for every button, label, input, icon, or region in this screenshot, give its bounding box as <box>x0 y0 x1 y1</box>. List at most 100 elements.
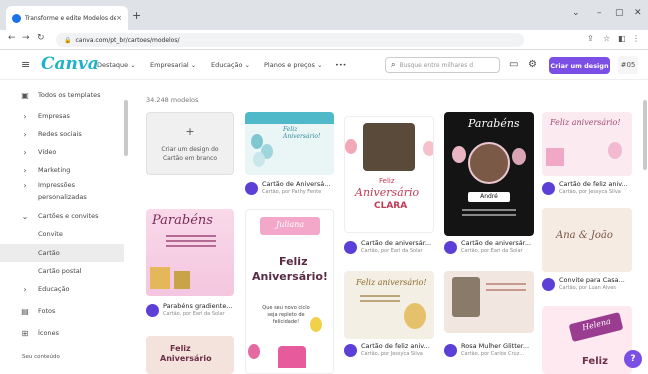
shapes-icon: ⊞ <box>21 328 29 338</box>
back-icon[interactable]: ← <box>8 33 16 43</box>
template-thumbnail[interactable]: Feliz Aniversário <box>146 336 234 374</box>
sidebar-item-todos[interactable]: ▣ Todos os templates <box>0 86 124 104</box>
search-input[interactable]: ⌕ Busque entre milhares d <box>385 57 500 73</box>
nav-empresarial[interactable]: Empresarial ⌄ <box>150 61 196 69</box>
blank-design-card[interactable]: + Criar um design do Cartão em branco <box>146 112 234 175</box>
template-thumbnail[interactable]: Feliz Aniversário CLARA <box>344 116 434 233</box>
sidebar-item-impressoes-cont[interactable]: personalizadas <box>0 191 124 203</box>
template-caption[interactable]: Cartão de aniversár... Cartão, por Eari d… <box>344 239 431 254</box>
divider <box>166 235 216 237</box>
canva-logo[interactable]: Canva <box>41 54 99 74</box>
balloon-icon <box>345 139 357 154</box>
template-caption[interactable]: Parabéns gradiente... Cartão, por Eari da… <box>146 302 233 317</box>
divider <box>166 240 216 242</box>
sidebar-item-empresas[interactable]: › Empresas <box>0 107 124 125</box>
balloon-icon <box>423 141 433 156</box>
template-count: 34.248 modelos <box>146 96 199 104</box>
sidebar-item-cartao[interactable]: Cartão <box>0 244 124 262</box>
sidebar-item-marketing[interactable]: › Marketing <box>0 161 124 179</box>
main-scrollbar[interactable] <box>643 100 647 170</box>
sidebar-item-video[interactable]: › Vídeo <box>0 143 124 161</box>
chevron-right-icon: › <box>23 284 27 294</box>
nav-educacao[interactable]: Educação ⌄ <box>211 61 250 69</box>
template-caption[interactable]: Cartão de Aniversá... Cartão, por Pathy F… <box>245 180 330 195</box>
template-thumbnail[interactable] <box>444 271 534 333</box>
url-text: canva.com/pt_br/cartoes/modelos/ <box>75 36 180 44</box>
template-thumbnail[interactable]: Feliz Aniversário! <box>245 112 334 175</box>
sidebar-item-impressoes[interactable]: › Impressões <box>0 179 124 191</box>
template-caption[interactable]: Cartão de aniversár... Cartão, por Eari d… <box>444 239 531 254</box>
maximize-icon[interactable]: ▢ <box>615 8 624 18</box>
template-subtitle: Cartão, por Carlos Cruz... <box>461 351 525 357</box>
sidebar-item-educacao[interactable]: › Educação <box>0 280 124 298</box>
canva-favicon-icon <box>12 13 21 23</box>
card-message: Que seu novo ciclo seja repleto de felic… <box>262 305 310 325</box>
grid-icon: ▣ <box>21 90 29 100</box>
chevron-right-icon: › <box>23 147 27 157</box>
sidebar-label: Educação <box>38 285 70 293</box>
divider <box>486 283 526 285</box>
close-window-icon[interactable]: ✕ <box>634 8 642 18</box>
sidebar-item-cartoes-convites[interactable]: ⌄ Cartões e convites <box>0 207 124 225</box>
browser-tab[interactable]: Transforme e edite Modelos de C × <box>6 6 128 30</box>
sidebar-item-icones[interactable]: ⊞ Ícones <box>0 324 124 342</box>
sidebar-scrollbar[interactable] <box>124 100 128 156</box>
create-design-button[interactable]: Criar um design <box>549 57 610 74</box>
template-title: Cartão de aniversár... <box>461 239 532 247</box>
url-field[interactable]: 🔒 canva.com/pt_br/cartoes/modelos/ <box>56 33 524 47</box>
avatar[interactable]: #05 <box>618 56 638 74</box>
nav-destaque[interactable]: Destaque ⌄ <box>97 61 136 69</box>
template-caption[interactable]: Cartão de feliz aniv... Cartão, por Jessy… <box>542 180 628 195</box>
help-button[interactable]: ? <box>624 350 642 368</box>
template-thumbnail[interactable]: Juliana Feliz Aniversário! Que seu novo … <box>245 209 334 374</box>
template-thumbnail[interactable]: Parabéns André <box>444 112 534 236</box>
bunting <box>245 112 334 124</box>
gift-icon <box>546 148 564 166</box>
template-thumbnail[interactable]: Ana & João <box>542 208 632 272</box>
lock-icon: 🔒 <box>64 36 72 44</box>
card-script-text: Feliz aniversário! <box>356 278 427 287</box>
template-subtitle: Cartão, por Jessyca Silva <box>559 189 621 195</box>
divider <box>462 214 516 216</box>
reload-icon[interactable]: ↻ <box>37 33 45 43</box>
sidebar-item-fotos[interactable]: ▤ Fotos <box>0 302 124 320</box>
creator-avatar <box>344 344 357 357</box>
sidebar-item-redes-sociais[interactable]: › Redes sociais <box>0 125 124 143</box>
forward-icon[interactable]: → <box>22 33 30 43</box>
template-thumbnail[interactable]: Feliz aniversário! <box>542 112 632 176</box>
template-subtitle: Cartão, por Luan Alves <box>559 285 616 291</box>
balloon-icon <box>452 146 466 163</box>
sidebar-item-convite[interactable]: Convite <box>0 225 124 243</box>
balloon-icon <box>248 344 260 359</box>
sidepanel-icon[interactable]: ◧ <box>618 34 626 43</box>
nav-more-icon[interactable]: ••• <box>335 61 347 69</box>
template-caption[interactable]: Convite para Casa... Cartão, por Luan Alv… <box>542 276 625 291</box>
share-icon[interactable]: ⇪ <box>587 34 594 43</box>
template-subtitle: Cartão, por Pathy Fente <box>262 189 322 195</box>
creator-avatar <box>245 182 258 195</box>
tab-close-icon[interactable]: × <box>116 14 122 22</box>
card-script-text: Feliz Aniversário! <box>283 126 321 140</box>
card-text: Feliz <box>582 356 608 367</box>
template-thumbnail[interactable]: Helena Feliz <box>542 306 632 374</box>
cake-icon <box>278 346 306 368</box>
nav-planos[interactable]: Planos e preços ⌄ <box>264 61 322 69</box>
minimize-icon[interactable]: – <box>597 8 602 18</box>
browser-tab-bar: Transforme e edite Modelos de C × + ⌄ – … <box>0 0 648 30</box>
gear-icon[interactable]: ⚙ <box>528 59 537 70</box>
creator-avatar <box>344 241 357 254</box>
card-name-text: Juliana <box>276 220 305 229</box>
template-thumbnail[interactable]: Parabéns <box>146 209 234 296</box>
hamburger-menu-icon[interactable]: ≡ <box>21 58 30 71</box>
template-caption[interactable]: Rosa Mulher Glitter... Cartão, por Carlos… <box>444 342 529 357</box>
tab-search-icon[interactable]: ⌄ <box>572 8 580 18</box>
template-title: Convite para Casa... <box>559 276 625 284</box>
template-caption[interactable]: Cartão de feliz aniv... Cartão, por Jessy… <box>344 342 430 357</box>
new-tab-button[interactable]: + <box>132 9 141 22</box>
sidebar-item-cartao-postal[interactable]: Cartão postal <box>0 262 124 280</box>
bookmark-star-icon[interactable]: ☆ <box>603 34 610 43</box>
browser-menu-icon[interactable]: ⋮ <box>632 34 640 43</box>
template-thumbnail[interactable]: Feliz aniversário! <box>344 271 434 339</box>
monitor-icon[interactable]: ▭ <box>509 59 518 70</box>
creator-avatar <box>542 182 555 195</box>
